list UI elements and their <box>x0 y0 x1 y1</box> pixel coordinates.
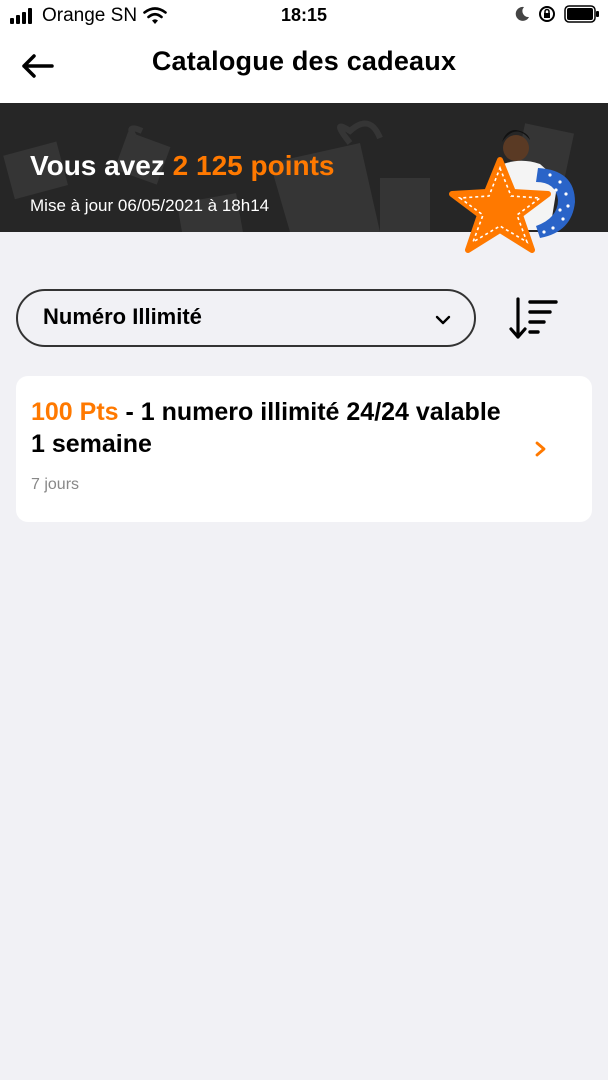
chevron-down-icon <box>435 315 451 325</box>
offer-points: 100 Pts <box>31 398 119 426</box>
moon-icon <box>515 6 529 21</box>
offer-duration: 7 jours <box>31 476 80 493</box>
status-bar: Orange SN 18:15 <box>0 0 608 32</box>
rotation-lock-icon <box>539 6 555 22</box>
nav-bar: Catalogue des cadeaux <box>0 32 608 103</box>
filter-row: Numéro Illimité <box>16 289 592 349</box>
status-right <box>514 5 600 23</box>
chevron-right-icon <box>535 441 546 457</box>
last-update-text: Mise à jour 06/05/2021 à 18h14 <box>30 196 270 215</box>
offer-card[interactable]: 100 Pts - 1 numero illimité 24/24 valabl… <box>16 376 592 522</box>
points-value: 2 125 points <box>172 150 335 181</box>
sort-button[interactable] <box>508 297 560 341</box>
battery-icon <box>564 5 599 23</box>
category-select-value: Numéro Illimité <box>43 304 202 329</box>
points-prefix: Vous avez <box>30 150 173 181</box>
mascot-star-illustration <box>449 130 575 253</box>
page-title: Catalogue des cadeaux <box>151 46 457 76</box>
offer-title: 100 Pts - 1 numero illimité 24/24 valabl… <box>31 396 511 460</box>
sort-descending-icon <box>509 297 558 339</box>
category-select[interactable]: Numéro Illimité <box>16 289 476 347</box>
points-summary: Vous avez 2 125 points <box>30 150 335 182</box>
